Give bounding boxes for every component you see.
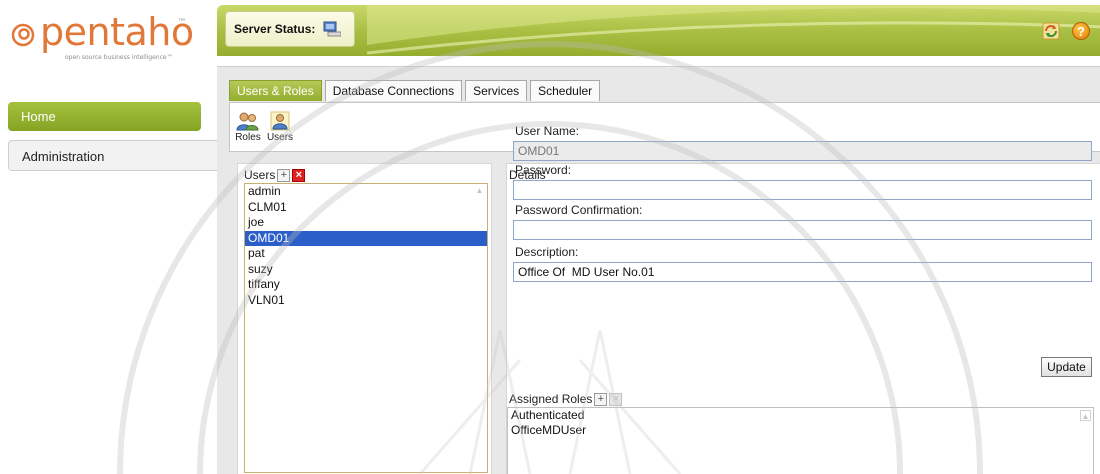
user-list-item[interactable]: pat — [245, 246, 487, 262]
password-confirmation-field[interactable] — [513, 220, 1092, 240]
tab-scheduler[interactable]: Scheduler — [530, 80, 601, 101]
role-list-item[interactable]: Authenticated — [508, 408, 1093, 423]
logo-trademark: ™ — [178, 18, 185, 25]
user-list-item[interactable]: admin — [245, 184, 487, 200]
admin-tabs: Users & Roles Database Connections Servi… — [229, 80, 601, 101]
assigned-roles-header: Assigned Roles + × — [509, 392, 623, 406]
delete-user-button[interactable]: × — [292, 168, 306, 182]
user-list-item[interactable]: tiffany — [245, 277, 487, 293]
update-button[interactable]: Update — [1041, 357, 1092, 377]
description-label: Description: — [515, 245, 579, 259]
users-title: Users — [244, 168, 276, 182]
refresh-icon[interactable] — [1042, 22, 1060, 40]
users-header: Users + × — [244, 168, 306, 182]
roles-icon — [236, 112, 259, 131]
users-list[interactable]: ▲ admin CLM01 joe OMD01 pat suzy tiffany VLN01 — [244, 183, 488, 473]
logo-wordmark: pentaho — [40, 10, 194, 54]
remove-role-button[interactable]: × — [609, 392, 623, 406]
header-swoosh-decoration — [367, 5, 1100, 55]
help-icon[interactable]: ? — [1072, 22, 1090, 40]
pentaho-logo: pentaho ™ open source business intellige… — [8, 8, 208, 68]
users-button-label: Users — [266, 132, 294, 143]
nav-administration[interactable]: Administration — [8, 140, 223, 171]
nav-home[interactable]: Home — [8, 102, 201, 131]
server-status-label: Server Status: — [234, 22, 316, 36]
assigned-roles-list[interactable]: ▲ Authenticated OfficeMDUser — [507, 407, 1094, 474]
user-list-item[interactable]: CLM01 — [245, 200, 487, 216]
pentaho-swirl-icon — [11, 23, 35, 47]
password-label: Password: — [515, 163, 572, 177]
roles-scroll-up-icon[interactable]: ▲ — [1080, 410, 1091, 421]
tab-database-connections[interactable]: Database Connections — [324, 80, 463, 101]
user-list-item[interactable]: suzy — [245, 262, 487, 278]
role-list-item[interactable]: OfficeMDUser — [508, 423, 1093, 438]
password-confirmation-label: Password Confirmation: — [515, 203, 643, 217]
user-list-item[interactable]: VLN01 — [245, 293, 487, 309]
password-field[interactable] — [513, 180, 1092, 200]
assigned-roles-label: Assigned Roles — [509, 392, 593, 406]
roles-button[interactable]: Roles — [233, 111, 263, 143]
logo-tagline: open source business intelligence™ — [65, 54, 173, 61]
user-list-item[interactable]: OMD01 — [245, 230, 487, 246]
tab-users-roles[interactable]: Users & Roles — [229, 80, 322, 101]
roles-button-label: Roles — [235, 132, 261, 143]
username-field[interactable] — [513, 141, 1092, 161]
server-monitor-icon[interactable] — [323, 21, 342, 37]
users-button[interactable]: Users — [265, 111, 295, 143]
scroll-up-icon[interactable]: ▲ — [474, 185, 485, 196]
header-icons: ? — [1042, 22, 1090, 40]
users-panel: Users + × ▲ admin CLM01 joe OMD01 pat suzy tif… — [237, 163, 492, 474]
tab-services[interactable]: Services — [465, 80, 528, 101]
add-user-button[interactable]: + — [277, 168, 291, 182]
server-status-box: Server Status: — [225, 11, 355, 47]
user-list-item[interactable]: joe — [245, 215, 487, 231]
username-label: User Name: — [515, 124, 580, 138]
users-icon — [270, 111, 290, 131]
add-role-button[interactable]: + — [594, 392, 608, 406]
header-bar: Server Status: ? — [217, 5, 1100, 56]
description-field[interactable] — [513, 262, 1092, 282]
